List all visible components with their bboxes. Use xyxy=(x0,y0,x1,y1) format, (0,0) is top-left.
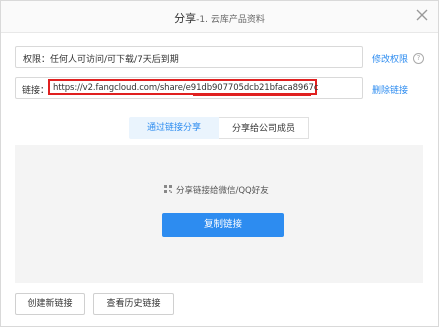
create-new-link-button[interactable]: 创建新链接 xyxy=(15,293,85,315)
link-field[interactable]: 链接： https://v2.fangcloud.com/share/e91db… xyxy=(15,77,363,99)
qr-code-icon xyxy=(164,185,172,193)
url-highlight-box: https://v2.fangcloud.com/share/e91db9077… xyxy=(48,79,319,96)
dialog-title-subtitle: -1. 云库产品资料 xyxy=(196,15,265,25)
dialog-header: 分享-1. 云库产品资料 xyxy=(1,1,438,33)
dialog-title: 分享-1. 云库产品资料 xyxy=(1,10,438,26)
share-url[interactable]: https://v2.fangcloud.com/share/e91db9077… xyxy=(53,83,319,93)
help-icon[interactable]: ? xyxy=(413,53,424,64)
url-underline-mark xyxy=(193,95,311,96)
permission-field: 权限：任何人可访问/可下载/7天后到期 xyxy=(15,46,363,68)
close-icon[interactable] xyxy=(415,8,429,22)
permission-label: 权限：任何人可访问/可下载/7天后到期 xyxy=(23,55,179,65)
wechat-share-text: 分享链接给微信/QQ好友 xyxy=(176,186,269,196)
edit-permission-link[interactable]: 修改权限 xyxy=(372,52,408,65)
tab-share-to-members[interactable]: 分享给公司成员 xyxy=(219,117,309,139)
dialog-title-main: 分享 xyxy=(174,12,197,25)
tab-share-via-link[interactable]: 通过链接分享 xyxy=(129,117,219,139)
view-history-links-button[interactable]: 查看历史链接 xyxy=(93,293,174,315)
share-dialog: 分享-1. 云库产品资料 权限：任何人可访问/可下载/7天后到期 修改权限 ? … xyxy=(0,0,439,327)
link-label: 链接： xyxy=(22,86,50,96)
delete-link[interactable]: 删除链接 xyxy=(372,83,408,96)
copy-link-button[interactable]: 复制链接 xyxy=(162,213,284,237)
share-panel: 分享链接给微信/QQ好友 复制链接 xyxy=(15,145,423,283)
